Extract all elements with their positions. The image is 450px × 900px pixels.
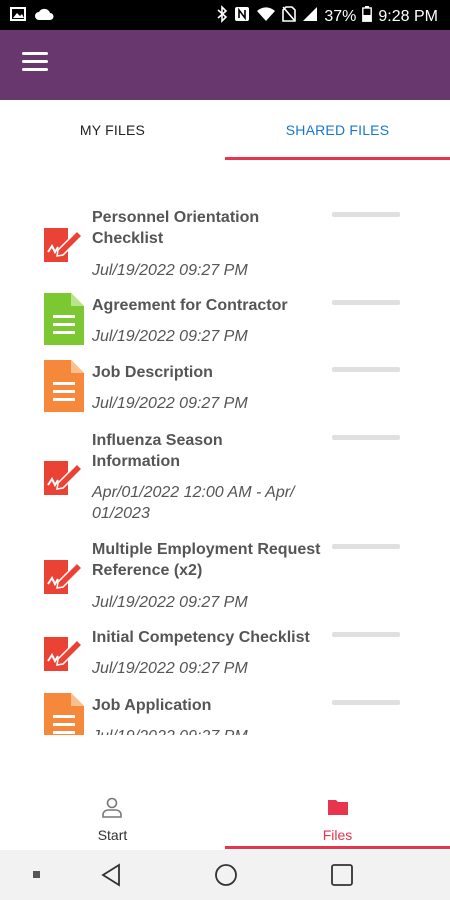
- back-icon[interactable]: [98, 862, 124, 888]
- file-item[interactable]: Job Description Jul/19/2022 09:27 PM: [0, 360, 450, 418]
- file-title: Initial Competency Checklist: [92, 629, 310, 646]
- file-item[interactable]: Multiple Employment Request Reference (x…: [0, 537, 450, 615]
- file-progress-bar: [332, 632, 400, 637]
- file-progress-bar: [332, 700, 400, 705]
- signal-icon: [302, 6, 318, 27]
- active-nav-indicator: [225, 846, 450, 849]
- file-progress-bar: [332, 300, 400, 305]
- orange-doc-icon: [44, 693, 84, 735]
- file-date: Jul/19/2022 09:27 PM: [92, 594, 248, 611]
- file-date: Jul/19/2022 09:27 PM: [92, 660, 248, 677]
- file-item[interactable]: Agreement for Contractor Jul/19/2022 09:…: [0, 293, 450, 351]
- tab-my-files[interactable]: MY FILES: [0, 100, 225, 160]
- tab-shared-files-label: SHARED FILES: [285, 122, 390, 138]
- image-icon: [10, 6, 26, 27]
- hamburger-menu-icon[interactable]: [22, 52, 48, 76]
- battery-icon: [362, 6, 373, 27]
- file-title: Job Application: [92, 697, 212, 714]
- tab-my-files-label: MY FILES: [79, 122, 146, 138]
- file-date: Jul/19/2022 09:27 PM: [92, 395, 248, 412]
- pdf-sign-icon: [44, 554, 84, 594]
- nav-files[interactable]: Files: [225, 785, 450, 850]
- file-item[interactable]: Personnel Orientation Checklist Jul/19/2…: [0, 205, 450, 283]
- bluetooth-icon: [216, 5, 228, 28]
- pdf-sign-icon: [44, 455, 84, 495]
- clock: 9:28 PM: [378, 7, 438, 25]
- nav-start-label: Start: [97, 827, 128, 843]
- wifi-icon: [256, 6, 276, 27]
- no-sim-icon: [282, 6, 297, 27]
- file-item[interactable]: Influenza Season Information Apr/01/2022…: [0, 428, 450, 526]
- status-bar: 37% 9:28 PM: [0, 0, 450, 30]
- file-date: Jul/19/2022 09:27 PM: [92, 262, 248, 279]
- file-title: Influenza Season Information: [92, 432, 223, 470]
- file-title: Job Description: [92, 364, 213, 381]
- file-date: Apr/01/2022 12:00 AM - Apr/ 01/2023: [92, 484, 295, 522]
- status-right-icons: 37% 9:28 PM: [216, 5, 438, 28]
- status-left-icons: [10, 6, 54, 27]
- home-icon[interactable]: [213, 862, 239, 888]
- person-icon: [100, 795, 124, 819]
- nav-files-label: Files: [322, 827, 353, 843]
- system-navigation-bar: [0, 850, 450, 900]
- file-title: Multiple Employment Request Reference (x…: [92, 541, 321, 579]
- orange-doc-icon: [44, 360, 84, 412]
- green-doc-icon: [44, 293, 84, 345]
- file-tabs: MY FILES SHARED FILES: [0, 100, 450, 160]
- folder-icon: [326, 795, 350, 819]
- file-title: Personnel Orientation Checklist: [92, 209, 260, 247]
- cloud-icon: [34, 7, 54, 26]
- nav-start[interactable]: Start: [0, 785, 225, 850]
- file-date: Jul/19/2022 09:27 PM: [92, 726, 324, 735]
- file-progress-bar: [332, 544, 400, 549]
- battery-text: 37%: [324, 7, 357, 25]
- bottom-navigation: Start Files: [0, 785, 450, 850]
- recents-icon[interactable]: [329, 862, 355, 888]
- app-bar: [0, 30, 450, 100]
- dot-icon[interactable]: [24, 862, 50, 888]
- file-progress-bar: [332, 367, 400, 372]
- tab-shared-files[interactable]: SHARED FILES: [225, 100, 450, 160]
- nfc-icon: [234, 6, 250, 27]
- file-list[interactable]: Personnel Orientation Checklist Jul/19/2…: [0, 160, 450, 735]
- pdf-sign-icon: [44, 222, 84, 262]
- pdf-sign-icon: [44, 631, 84, 671]
- file-progress-bar: [332, 435, 400, 440]
- file-title: Agreement for Contractor: [92, 297, 288, 314]
- file-item[interactable]: Job Application Jul/19/2022 09:27 PM: [0, 693, 450, 735]
- file-item[interactable]: Initial Competency Checklist Jul/19/2022…: [0, 625, 450, 683]
- file-progress-bar: [332, 212, 400, 217]
- file-date: Jul/19/2022 09:27 PM: [92, 328, 248, 345]
